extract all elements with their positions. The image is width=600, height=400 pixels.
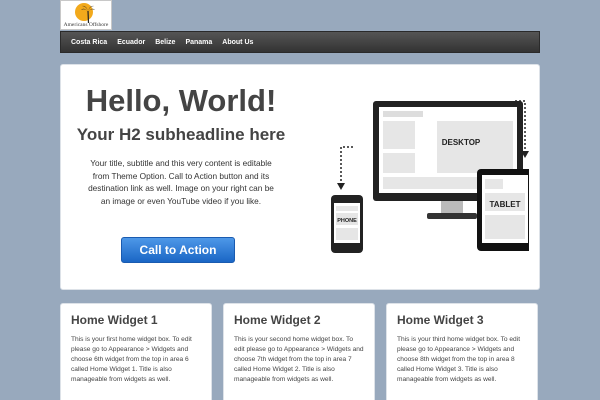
nav-item-costa-rica[interactable]: Costa Rica — [66, 39, 112, 46]
palm-tree-icon — [81, 5, 95, 23]
widget-title: Home Widget 1 — [71, 313, 158, 327]
nav-item-ecuador[interactable]: Ecuador — [112, 39, 150, 46]
logo-text: Americans Offshore — [63, 22, 109, 28]
desktop-label: DESKTOP — [442, 138, 481, 147]
phone-device: PHONE — [331, 195, 363, 253]
home-widget-3: Home Widget 3 This is your third home wi… — [386, 303, 538, 400]
nav-item-belize[interactable]: Belize — [150, 39, 180, 46]
widget-body: This is your first home widget box. To e… — [71, 336, 192, 383]
hero-subtitle: Your H2 subheadline here — [76, 125, 286, 144]
site-logo[interactable]: Americans Offshore — [60, 0, 112, 30]
home-widget-1: Home Widget 1 This is your first home wi… — [60, 303, 212, 400]
widget-body: This is your second home widget box. To … — [234, 336, 364, 383]
nav-item-panama[interactable]: Panama — [180, 39, 217, 46]
hero-section: Hello, World! Your H2 subheadline here Y… — [60, 64, 540, 290]
devices-illustration: DESKTOP TABLET PHONE — [331, 100, 529, 253]
call-to-action-button[interactable]: Call to Action — [121, 237, 235, 263]
phone-label: PHONE — [337, 218, 357, 224]
main-nav: Costa Rica Ecuador Belize Panama About U… — [60, 31, 540, 53]
widget-title: Home Widget 2 — [234, 313, 321, 327]
tablet-label: TABLET — [490, 200, 521, 209]
widget-title: Home Widget 3 — [397, 313, 484, 327]
home-widget-2: Home Widget 2 This is your second home w… — [223, 303, 375, 400]
widget-body: This is your third home widget box. To e… — [397, 336, 521, 383]
arrow-left-icon — [337, 146, 353, 190]
nav-item-about-us[interactable]: About Us — [217, 39, 258, 46]
hero-body: Your title, subtitle and this very conte… — [88, 158, 274, 206]
hero-title: Hello, World! — [85, 83, 277, 118]
tablet-device: TABLET — [477, 169, 529, 251]
